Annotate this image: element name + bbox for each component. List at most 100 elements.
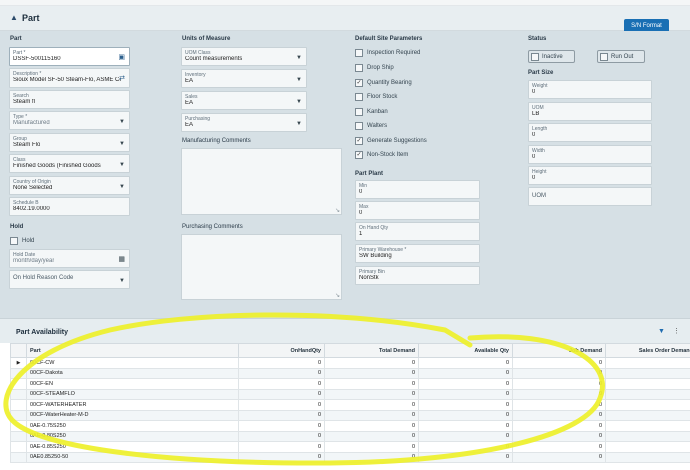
table-row[interactable]: 00CF-WATERHEATER00000: [10, 399, 690, 411]
site-option-checkbox[interactable]: [355, 64, 363, 72]
resize-grip-icon[interactable]: ↘: [335, 207, 340, 214]
row-marker[interactable]: [10, 388, 27, 400]
more-options-icon[interactable]: ⋮: [673, 327, 680, 335]
type-select[interactable]: Type * Manufactured ▼: [9, 111, 130, 130]
cell-total-demand[interactable]: 0: [324, 357, 419, 369]
row-marker[interactable]: [10, 399, 27, 411]
cell-available-qty[interactable]: 0: [418, 451, 513, 463]
cell-onhandqty[interactable]: 0: [238, 388, 325, 400]
class-select[interactable]: Class Finished Goods (Finished Goods ▼: [9, 154, 130, 173]
resize-grip-icon[interactable]: ↘: [335, 292, 340, 299]
cell-job-demand[interactable]: 0: [512, 441, 606, 453]
cell-part[interactable]: 00CF-WaterHeater-M-D: [26, 409, 239, 421]
cell-total-demand[interactable]: 0: [324, 409, 419, 421]
table-row[interactable]: 00CF-EN00000: [10, 378, 690, 390]
cell-total-demand[interactable]: 0: [324, 430, 419, 442]
cell-total-demand[interactable]: 0: [324, 420, 419, 432]
column-header-sales-order-demand[interactable]: Sales Order Demand: [605, 343, 690, 358]
part-number-field[interactable]: Part * DSSF-500115160 ▣: [9, 47, 130, 66]
column-header-onhandqty[interactable]: OnHandQty: [238, 343, 325, 358]
cell-onhandqty[interactable]: 0: [238, 357, 325, 369]
site-option-checkbox[interactable]: ✓: [355, 79, 363, 87]
cell-sales-order-demand[interactable]: 0: [605, 430, 690, 442]
cell-available-qty[interactable]: 0: [418, 399, 513, 411]
cell-total-demand[interactable]: 0: [324, 367, 419, 379]
purchasing-uom-select[interactable]: Purchasing EA ▼: [181, 113, 307, 132]
inventory-uom-select[interactable]: Inventory EA ▼: [181, 69, 307, 88]
cell-available-qty[interactable]: 0: [418, 441, 513, 453]
cell-sales-order-demand[interactable]: 0: [605, 409, 690, 421]
cell-available-qty[interactable]: 0: [418, 420, 513, 432]
width-field[interactable]: Width 0: [528, 145, 652, 164]
cell-job-demand[interactable]: 0: [512, 430, 606, 442]
cell-total-demand[interactable]: 0: [324, 441, 419, 453]
run-out-toggle[interactable]: Run Out: [597, 50, 645, 63]
calendar-icon[interactable]: ▦: [118, 255, 125, 263]
row-marker[interactable]: [10, 409, 27, 421]
cell-total-demand[interactable]: 0: [324, 451, 419, 463]
site-option-checkbox[interactable]: ✓: [355, 137, 363, 145]
hold-date-field[interactable]: Hold Date month/day/year ▦: [9, 249, 130, 268]
cell-sales-order-demand[interactable]: 0: [605, 388, 690, 400]
cell-available-qty[interactable]: 0: [418, 357, 513, 369]
column-header-total-demand[interactable]: Total Demand: [324, 343, 419, 358]
cell-sales-order-demand[interactable]: 0: [605, 367, 690, 379]
manufacturing-comments-textarea[interactable]: ↘: [181, 148, 342, 215]
part-panel-header[interactable]: ▲ Part S/N Format: [0, 6, 690, 33]
site-option-checkbox[interactable]: [355, 93, 363, 101]
cell-job-demand[interactable]: 0: [512, 451, 606, 463]
cell-part[interactable]: 00CF-WATERHEATER: [26, 399, 239, 411]
table-row[interactable]: 0AE-0.85S25000000: [10, 441, 690, 453]
on-hand-qty-field[interactable]: On Hand Qty 1: [355, 222, 480, 241]
row-marker[interactable]: ▶: [10, 357, 27, 369]
uom-class-select[interactable]: UOM Class Count measurements ▼: [181, 47, 307, 66]
length-field[interactable]: Length 0: [528, 123, 652, 142]
column-header-job-demand[interactable]: Job Demand: [512, 343, 606, 358]
cell-sales-order-demand[interactable]: 0: [605, 378, 690, 390]
description-field[interactable]: Description * Sioux Model SF-50 Steam-Fl…: [9, 68, 130, 88]
site-option-checkbox[interactable]: [355, 108, 363, 116]
inactive-checkbox[interactable]: [531, 53, 539, 61]
row-marker[interactable]: [10, 430, 27, 442]
cell-job-demand[interactable]: 0: [512, 420, 606, 432]
cell-part[interactable]: 0AE0.85250-50: [26, 451, 239, 463]
weight-field[interactable]: Weight 0: [528, 80, 652, 99]
primary-warehouse-select[interactable]: Primary Warehouse * SW Building: [355, 244, 480, 263]
site-option-checkbox[interactable]: [355, 49, 363, 57]
collapse-caret-icon[interactable]: ▲: [10, 13, 18, 22]
row-marker[interactable]: [10, 441, 27, 453]
cell-part[interactable]: 00CF-CW: [26, 357, 239, 369]
height-field[interactable]: Height 0: [528, 166, 652, 185]
weight-uom-field[interactable]: UOM LB: [528, 102, 652, 121]
table-row[interactable]: 00CF-STEAMFLO00000: [10, 388, 690, 400]
schedule-b-field[interactable]: Schedule B 8402.19.0000: [9, 197, 130, 216]
table-row[interactable]: 0AE-0.80S25000000: [10, 430, 690, 442]
cell-onhandqty[interactable]: 0: [238, 430, 325, 442]
cell-job-demand[interactable]: 0: [512, 409, 606, 421]
cell-part[interactable]: 0AE-0.85S250: [26, 441, 239, 453]
cell-sales-order-demand[interactable]: 0: [605, 420, 690, 432]
cell-job-demand[interactable]: 0: [512, 357, 606, 369]
cell-sales-order-demand[interactable]: 0: [605, 399, 690, 411]
cell-part[interactable]: 0AE-0.75S250: [26, 420, 239, 432]
hold-checkbox[interactable]: [10, 237, 18, 245]
run-out-checkbox[interactable]: [600, 53, 608, 61]
cell-total-demand[interactable]: 0: [324, 388, 419, 400]
column-header-part[interactable]: Part: [26, 343, 239, 358]
row-marker[interactable]: [10, 367, 27, 379]
cell-part[interactable]: 00CF-Dakota: [26, 367, 239, 379]
cell-available-qty[interactable]: 0: [418, 388, 513, 400]
cell-total-demand[interactable]: 0: [324, 378, 419, 390]
row-marker[interactable]: [10, 451, 27, 463]
site-option-checkbox[interactable]: ✓: [355, 151, 363, 159]
cell-part[interactable]: 0AE-0.80S250: [26, 430, 239, 442]
lookup-icon[interactable]: ▣: [118, 53, 125, 61]
cell-available-qty[interactable]: 0: [418, 367, 513, 379]
cell-onhandqty[interactable]: 0: [238, 441, 325, 453]
cell-sales-order-demand[interactable]: 0: [605, 451, 690, 463]
table-row[interactable]: ▶00CF-CW00000: [10, 357, 690, 369]
cell-job-demand[interactable]: 0: [512, 388, 606, 400]
row-marker[interactable]: [10, 420, 27, 432]
cell-onhandqty[interactable]: 0: [238, 367, 325, 379]
site-option-checkbox[interactable]: [355, 122, 363, 130]
